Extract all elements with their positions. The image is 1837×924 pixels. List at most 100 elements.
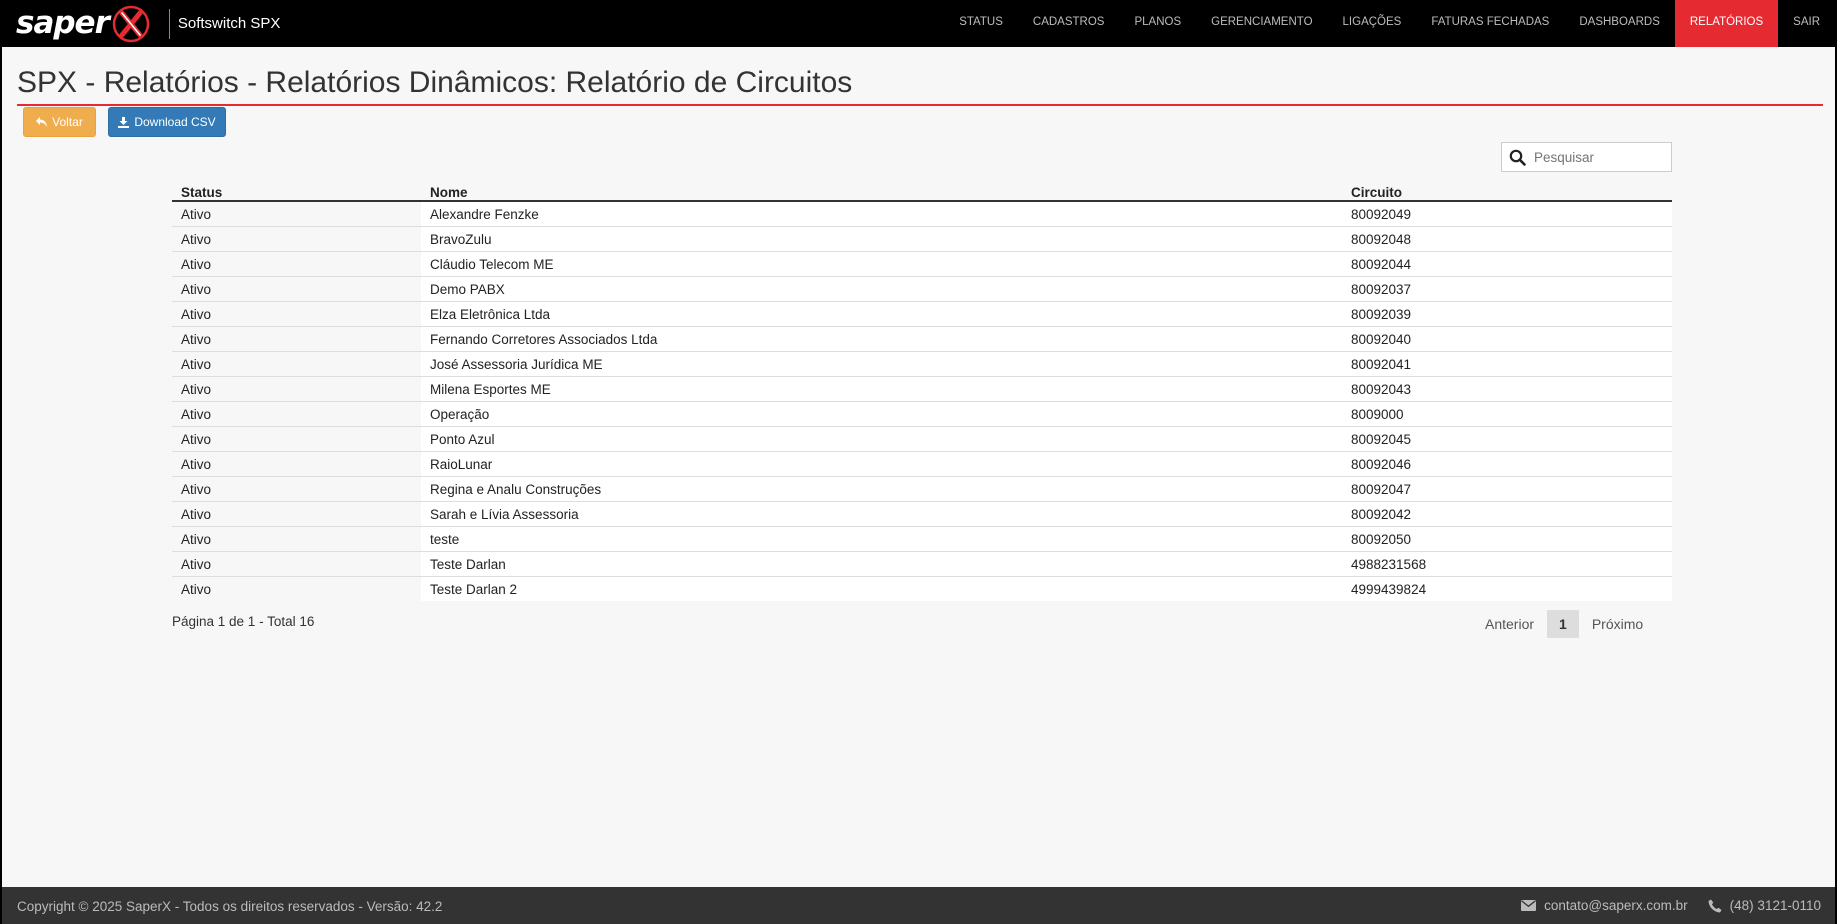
reply-icon <box>36 117 48 127</box>
nav-item-7[interactable]: DASHBOARDS <box>1564 0 1675 47</box>
envelope-icon <box>1521 900 1537 911</box>
table-row[interactable]: Ativo Cláudio Telecom ME 80092044 <box>172 251 1672 277</box>
back-button[interactable]: Voltar <box>23 107 96 137</box>
cell-status: Ativo <box>172 326 421 352</box>
nav-item-5[interactable]: LIGAÇÕES <box>1328 0 1417 47</box>
contact-email[interactable]: contato@saperx.com.br <box>1544 898 1688 913</box>
cell-status: Ativo <box>172 351 421 377</box>
download-csv-button[interactable]: Download CSV <box>108 107 226 137</box>
nav-item-4[interactable]: GERENCIAMENTO <box>1196 0 1327 47</box>
top-navbar: saper Softswitch SPX STATUS CADASTROS PLAN… <box>2 0 1835 47</box>
cell-circuito: 80092043 <box>1342 376 1672 402</box>
cell-status: Ativo <box>172 426 421 452</box>
cell-nome: Ponto Azul <box>421 426 1342 452</box>
cell-nome: Milena Esportes ME <box>421 376 1342 402</box>
table-row[interactable]: Ativo Sarah e Lívia Assessoria 80092042 <box>172 501 1672 527</box>
search-input[interactable] <box>1532 148 1666 166</box>
table-header-row: Status Nome Circuito <box>172 178 1672 202</box>
page-title: SPX - Relatórios - Relatórios Dinâmicos:… <box>17 64 1823 106</box>
cell-circuito: 4988231568 <box>1342 551 1672 577</box>
pagination: Anterior 1 Próximo <box>1472 610 1656 638</box>
cell-nome: Teste Darlan 2 <box>421 576 1342 601</box>
cell-circuito: 80092041 <box>1342 351 1672 377</box>
column-header-nome[interactable]: Nome <box>421 178 1342 202</box>
cell-nome: Cláudio Telecom ME <box>421 251 1342 277</box>
brand-divider <box>168 8 170 39</box>
cell-status: Ativo <box>172 401 421 427</box>
table-row[interactable]: Ativo Fernando Corretores Associados Ltda… <box>172 326 1672 352</box>
search-box[interactable] <box>1501 142 1672 172</box>
cell-nome: Alexandre Fenzke <box>421 200 1342 227</box>
download-csv-label: Download CSV <box>134 115 216 129</box>
table-row[interactable]: Ativo Teste Darlan 2 4999439824 <box>172 576 1672 601</box>
cell-nome: BravoZulu <box>421 226 1342 252</box>
cell-status: Ativo <box>172 376 421 402</box>
download-icon <box>118 116 130 128</box>
table-row[interactable]: Ativo Regina e Analu Construções 80092047 <box>172 476 1672 502</box>
brand[interactable]: saper Softswitch SPX <box>2 0 280 47</box>
search-icon <box>1509 149 1526 166</box>
page-footer: Copyright © 2025 SaperX - Todos os direi… <box>2 887 1835 924</box>
cell-nome: RaioLunar <box>421 451 1342 477</box>
cell-circuito: 4999439824 <box>1342 576 1672 601</box>
cell-status: Ativo <box>172 226 421 252</box>
nav-item-6[interactable]: FATURAS FECHADAS <box>1416 0 1564 47</box>
cell-status: Ativo <box>172 276 421 302</box>
cell-circuito: 80092046 <box>1342 451 1672 477</box>
table-row[interactable]: Ativo Milena Esportes ME 80092043 <box>172 376 1672 402</box>
back-button-label: Voltar <box>52 115 83 129</box>
current-page-button[interactable]: 1 <box>1547 610 1579 638</box>
table-row[interactable]: Ativo RaioLunar 80092046 <box>172 451 1672 477</box>
cell-circuito: 80092045 <box>1342 426 1672 452</box>
copyright-text: Copyright © 2025 SaperX - Todos os direi… <box>17 899 443 914</box>
cell-status: Ativo <box>172 551 421 577</box>
cell-status: Ativo <box>172 476 421 502</box>
cell-status: Ativo <box>172 526 421 552</box>
cell-status: Ativo <box>172 251 421 277</box>
table-row[interactable]: Ativo Teste Darlan 4988231568 <box>172 551 1672 577</box>
table-row[interactable]: Ativo Operação 8009000 <box>172 401 1672 427</box>
main-nav: STATUS CADASTROS PLANOS GERENCIAMENTO LIGAÇÕ… <box>944 0 1835 47</box>
nav-item-9[interactable]: SAIR <box>1778 0 1835 47</box>
column-header-circuito[interactable]: Circuito <box>1342 178 1672 202</box>
phone-icon <box>1708 899 1722 912</box>
column-header-status[interactable]: Status <box>172 178 421 202</box>
table-row[interactable]: Ativo teste 80092050 <box>172 526 1672 552</box>
contact-info: contato@saperx.com.br (48) 3121-0110 <box>1521 898 1821 913</box>
cell-nome: Regina e Analu Construções <box>421 476 1342 502</box>
next-page-button[interactable]: Próximo <box>1579 610 1656 638</box>
cell-nome: teste <box>421 526 1342 552</box>
cell-circuito: 80092037 <box>1342 276 1672 302</box>
table-row[interactable]: Ativo BravoZulu 80092048 <box>172 226 1672 252</box>
table-row[interactable]: Ativo Ponto Azul 80092045 <box>172 426 1672 452</box>
product-name: Softswitch SPX <box>177 15 281 32</box>
table-body: Ativo Alexandre Fenzke 80092049 Ativo BravoZ… <box>172 200 1672 601</box>
table-row[interactable]: Ativo Demo PABX 80092037 <box>172 276 1672 302</box>
cell-circuito: 8009000 <box>1342 401 1672 427</box>
cell-circuito: 80092040 <box>1342 326 1672 352</box>
nav-item-8[interactable]: RELATÓRIOS <box>1674 0 1779 47</box>
cell-circuito: 80092048 <box>1342 226 1672 252</box>
circuits-table: Status Nome Circuito Ativo Alexandre Fenz… <box>172 178 1672 601</box>
cell-nome: José Assessoria Jurídica ME <box>421 351 1342 377</box>
table-row[interactable]: Ativo Elza Eletrônica Ltda 80092039 <box>172 301 1672 327</box>
nav-item-2[interactable]: CADASTROS <box>1018 0 1120 47</box>
cell-nome: Sarah e Lívia Assessoria <box>421 501 1342 527</box>
nav-item-1[interactable]: STATUS <box>944 0 1018 47</box>
cell-status: Ativo <box>172 301 421 327</box>
cell-circuito: 80092042 <box>1342 501 1672 527</box>
table-row[interactable]: Ativo Alexandre Fenzke 80092049 <box>172 200 1672 227</box>
circuits-table-container: Status Nome Circuito Ativo Alexandre Fenz… <box>172 178 1672 601</box>
prev-page-button[interactable]: Anterior <box>1472 610 1547 638</box>
contact-phone[interactable]: (48) 3121-0110 <box>1730 898 1821 913</box>
nav-item-3[interactable]: PLANOS <box>1119 0 1196 47</box>
cell-nome: Elza Eletrônica Ltda <box>421 301 1342 327</box>
cell-circuito: 80092049 <box>1342 200 1672 227</box>
cell-nome: Demo PABX <box>421 276 1342 302</box>
cell-circuito: 80092039 <box>1342 301 1672 327</box>
cell-circuito: 80092047 <box>1342 476 1672 502</box>
table-row[interactable]: Ativo José Assessoria Jurídica ME 80092041 <box>172 351 1672 377</box>
cell-status: Ativo <box>172 501 421 527</box>
pagination-info: Página 1 de 1 - Total 16 <box>172 614 315 629</box>
cell-status: Ativo <box>172 200 421 227</box>
